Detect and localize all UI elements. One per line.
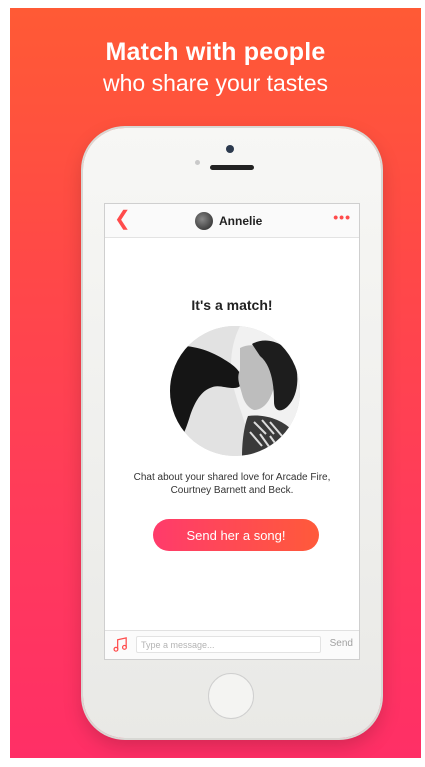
phone-frame: ❮ Annelie ••• It's a match! Chat about y… <box>83 128 381 738</box>
music-note-icon[interactable] <box>112 636 129 653</box>
promo-subline: who share your tastes <box>102 70 328 96</box>
front-camera-icon <box>226 145 234 153</box>
match-title: It's a match! <box>191 297 273 313</box>
message-composer: Send <box>105 630 359 659</box>
match-photo <box>170 326 300 456</box>
promo-banner: Match with people who share your tastes … <box>10 8 421 758</box>
message-input[interactable] <box>136 636 321 653</box>
chat-header: ❮ Annelie ••• <box>105 204 359 238</box>
phone-screen: ❮ Annelie ••• It's a match! Chat about y… <box>104 203 360 660</box>
send-song-button[interactable]: Send her a song! <box>153 519 319 551</box>
avatar <box>195 212 213 230</box>
speaker-grille <box>210 165 254 170</box>
match-photo-image <box>170 326 300 456</box>
sensor-icon <box>195 160 200 165</box>
promo-headline: Match with people <box>105 38 326 66</box>
match-caption: Chat about your shared love for Arcade F… <box>133 472 331 496</box>
chat-user[interactable]: Annelie <box>195 212 262 230</box>
more-options-icon[interactable]: ••• <box>333 209 351 225</box>
home-button[interactable] <box>208 673 254 719</box>
chat-username: Annelie <box>219 214 263 228</box>
back-chevron-icon[interactable]: ❮ <box>114 208 131 230</box>
send-button[interactable]: Send <box>330 638 353 649</box>
